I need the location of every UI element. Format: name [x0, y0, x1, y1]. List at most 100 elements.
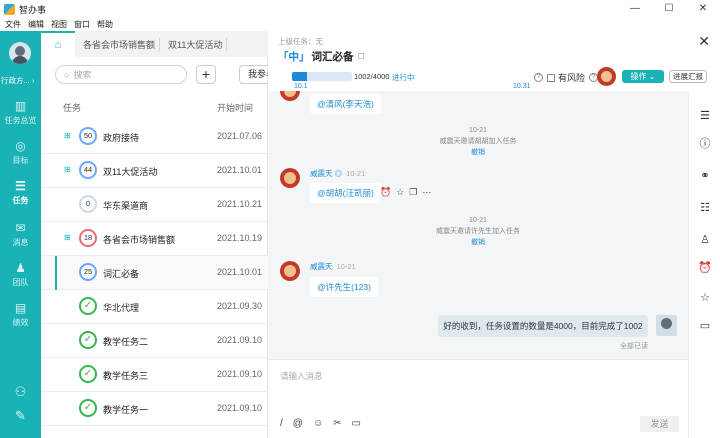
completed-icon[interactable]: ✓	[79, 399, 97, 417]
title-bar: 智办事 — ☐ ✕	[0, 0, 720, 18]
chat-area[interactable]: @清风(李天浩) 10-21 威震天邀请胡胡加入任务 撤销 威震天 ◎ 10-21…	[268, 91, 688, 359]
message-icon: ✉	[15, 221, 26, 235]
progress-ring: 25	[79, 263, 97, 281]
priority-badge[interactable]: 「中」	[278, 49, 310, 64]
task-name: 教学任务二	[103, 337, 149, 347]
scissors-icon[interactable]: ✂	[333, 418, 341, 429]
send-button[interactable]: 发送	[640, 416, 679, 432]
message-tools[interactable]: ⏰☆❐⋯	[380, 187, 436, 198]
risk-label: 有风险	[558, 73, 586, 83]
edit-button[interactable]: ✎	[0, 409, 41, 423]
menu-window[interactable]: 窗口	[74, 19, 90, 30]
search-row: ○ 搜索 + 我参与	[55, 65, 279, 85]
undo-link[interactable]: 撤销	[268, 147, 688, 158]
avatar[interactable]	[9, 42, 31, 64]
table-row[interactable]: ✓ 教学任务三 2021.09.10	[41, 358, 268, 392]
tab-home[interactable]: ⌂	[41, 31, 75, 57]
undo-link[interactable]: 撤销	[268, 237, 688, 248]
search-input[interactable]: ○ 搜索	[55, 65, 187, 84]
clock-icon[interactable]: ⏰	[698, 261, 712, 275]
progress-text: 1002/4000	[354, 72, 390, 81]
mention-icon[interactable]: @	[293, 418, 303, 429]
menu-edit[interactable]: 编辑	[28, 19, 44, 30]
task-date: 2021.10.01	[217, 267, 263, 277]
emoji-icon[interactable]: ☺	[313, 418, 323, 429]
report-button[interactable]: 进展汇报	[669, 70, 707, 83]
chat-message[interactable]: @清风(李天浩)	[310, 94, 381, 114]
completed-icon[interactable]: ✓	[79, 365, 97, 383]
start-date[interactable]: 10.1	[294, 83, 308, 90]
table-row[interactable]: 0 华东渠道商 2021.10.21	[41, 188, 268, 222]
menu-view[interactable]: 视图	[51, 19, 67, 30]
progress-ring: 44	[79, 161, 97, 179]
progress-line: 1002/4000 进行中 10.1 10.31	[284, 71, 534, 90]
table-row[interactable]: ✓ 华北代理 2021.09.30	[41, 290, 268, 324]
minimize-button[interactable]: —	[618, 0, 652, 18]
chat-message[interactable]: @许先生(123)	[310, 277, 378, 297]
my-message[interactable]: 好的收到，任务设置的数量是4000，目前完成了1002	[438, 315, 648, 337]
user-icon[interactable]: ♙	[698, 233, 712, 247]
parent-task: 上级任务：无	[278, 37, 323, 46]
folder-icon[interactable]: ▭	[698, 319, 712, 333]
command-icon[interactable]: /	[280, 418, 283, 429]
add-task-button[interactable]: +	[196, 65, 216, 84]
completed-icon[interactable]: ✓	[79, 331, 97, 349]
task-date: 2021.10.01	[217, 165, 263, 175]
chat-message[interactable]: @胡胡(汪凯丽)	[310, 183, 381, 203]
column-start[interactable]: 开始时间	[217, 101, 253, 114]
table-row[interactable]: ✓ 教学任务二 2021.09.10	[41, 324, 268, 358]
nav-messages[interactable]: ✉ 消息	[0, 221, 41, 248]
tab-double11[interactable]: 双11大促活动	[164, 37, 228, 51]
user-name[interactable]: 行政方... ›	[1, 75, 41, 86]
tab-sales[interactable]: 各省会市场销售额	[79, 37, 161, 51]
info-icon[interactable]: ⓘ	[698, 137, 712, 151]
operate-button[interactable]: 操作 ⌄	[622, 70, 664, 83]
progress-bar[interactable]	[292, 72, 352, 81]
table-row[interactable]: ⊞ 44 双11大促活动 2021.10.01	[41, 154, 268, 188]
star-icon[interactable]: ☆	[698, 291, 712, 305]
task-name: 华北代理	[103, 303, 140, 313]
edit-title-icon[interactable]: ☐	[358, 52, 365, 61]
avatar[interactable]	[280, 168, 300, 188]
nav-performance[interactable]: ▤ 绩效	[0, 301, 41, 328]
maximize-button[interactable]: ☐	[652, 0, 686, 18]
read-status: 全部已读	[620, 343, 648, 350]
table-row[interactable]: ✓ 教学任务一 2021.09.10	[41, 392, 268, 426]
end-date[interactable]: 10.31	[513, 83, 531, 90]
close-icon[interactable]: ✕	[698, 33, 710, 50]
progress-ring: 50	[79, 127, 97, 145]
task-name: 教学任务一	[103, 405, 149, 415]
status-badge[interactable]: 进行中	[392, 72, 415, 83]
risk-checkbox[interactable]	[547, 73, 555, 82]
message-input[interactable]: 请输入消息 / @ ☺ ✂ ▭ 发送	[268, 359, 688, 438]
nav-team[interactable]: ♟ 团队	[0, 261, 41, 288]
column-task[interactable]: 任务	[63, 101, 81, 114]
task-name: 华东渠道商	[103, 201, 149, 211]
help-icon[interactable]: ?	[534, 73, 543, 82]
document-icon[interactable]: ☷	[698, 201, 712, 215]
nav-goals[interactable]: ◎ 目标	[0, 139, 41, 166]
search-icon: ○	[64, 69, 70, 80]
add-user-icon: ⚇	[14, 384, 27, 399]
chart-icon: ▤	[14, 301, 27, 315]
table-row[interactable]: ⊞ 50 政府接待 2021.07.06	[41, 120, 268, 154]
add-member-button[interactable]: ⚇	[0, 385, 41, 399]
risk-toggle[interactable]: ? 有风险 ?	[534, 71, 602, 84]
avatar[interactable]	[280, 261, 300, 281]
link-icon[interactable]: ⚭	[698, 169, 712, 183]
subtask-icon: ⊞	[64, 131, 71, 140]
nav-overview[interactable]: ▥ 任务总览	[0, 99, 41, 126]
table-row[interactable]: 25 词汇必备 2021.10.01	[41, 256, 268, 290]
owner-avatar[interactable]	[597, 67, 616, 86]
menu-file[interactable]: 文件	[5, 19, 21, 30]
table-row[interactable]: ⊞ 18 各省会市场销售额 2021.10.19	[41, 222, 268, 256]
menu-help[interactable]: 帮助	[97, 19, 113, 30]
close-window-button[interactable]: ✕	[686, 0, 720, 18]
avatar[interactable]	[280, 91, 300, 101]
task-title[interactable]: 词汇必备	[312, 49, 354, 64]
nav-tasks[interactable]: ☰ 任务	[0, 179, 41, 206]
list-icon[interactable]: ☰	[698, 109, 712, 123]
avatar[interactable]	[656, 315, 677, 336]
completed-icon[interactable]: ✓	[79, 297, 97, 315]
folder-icon[interactable]: ▭	[352, 418, 361, 429]
